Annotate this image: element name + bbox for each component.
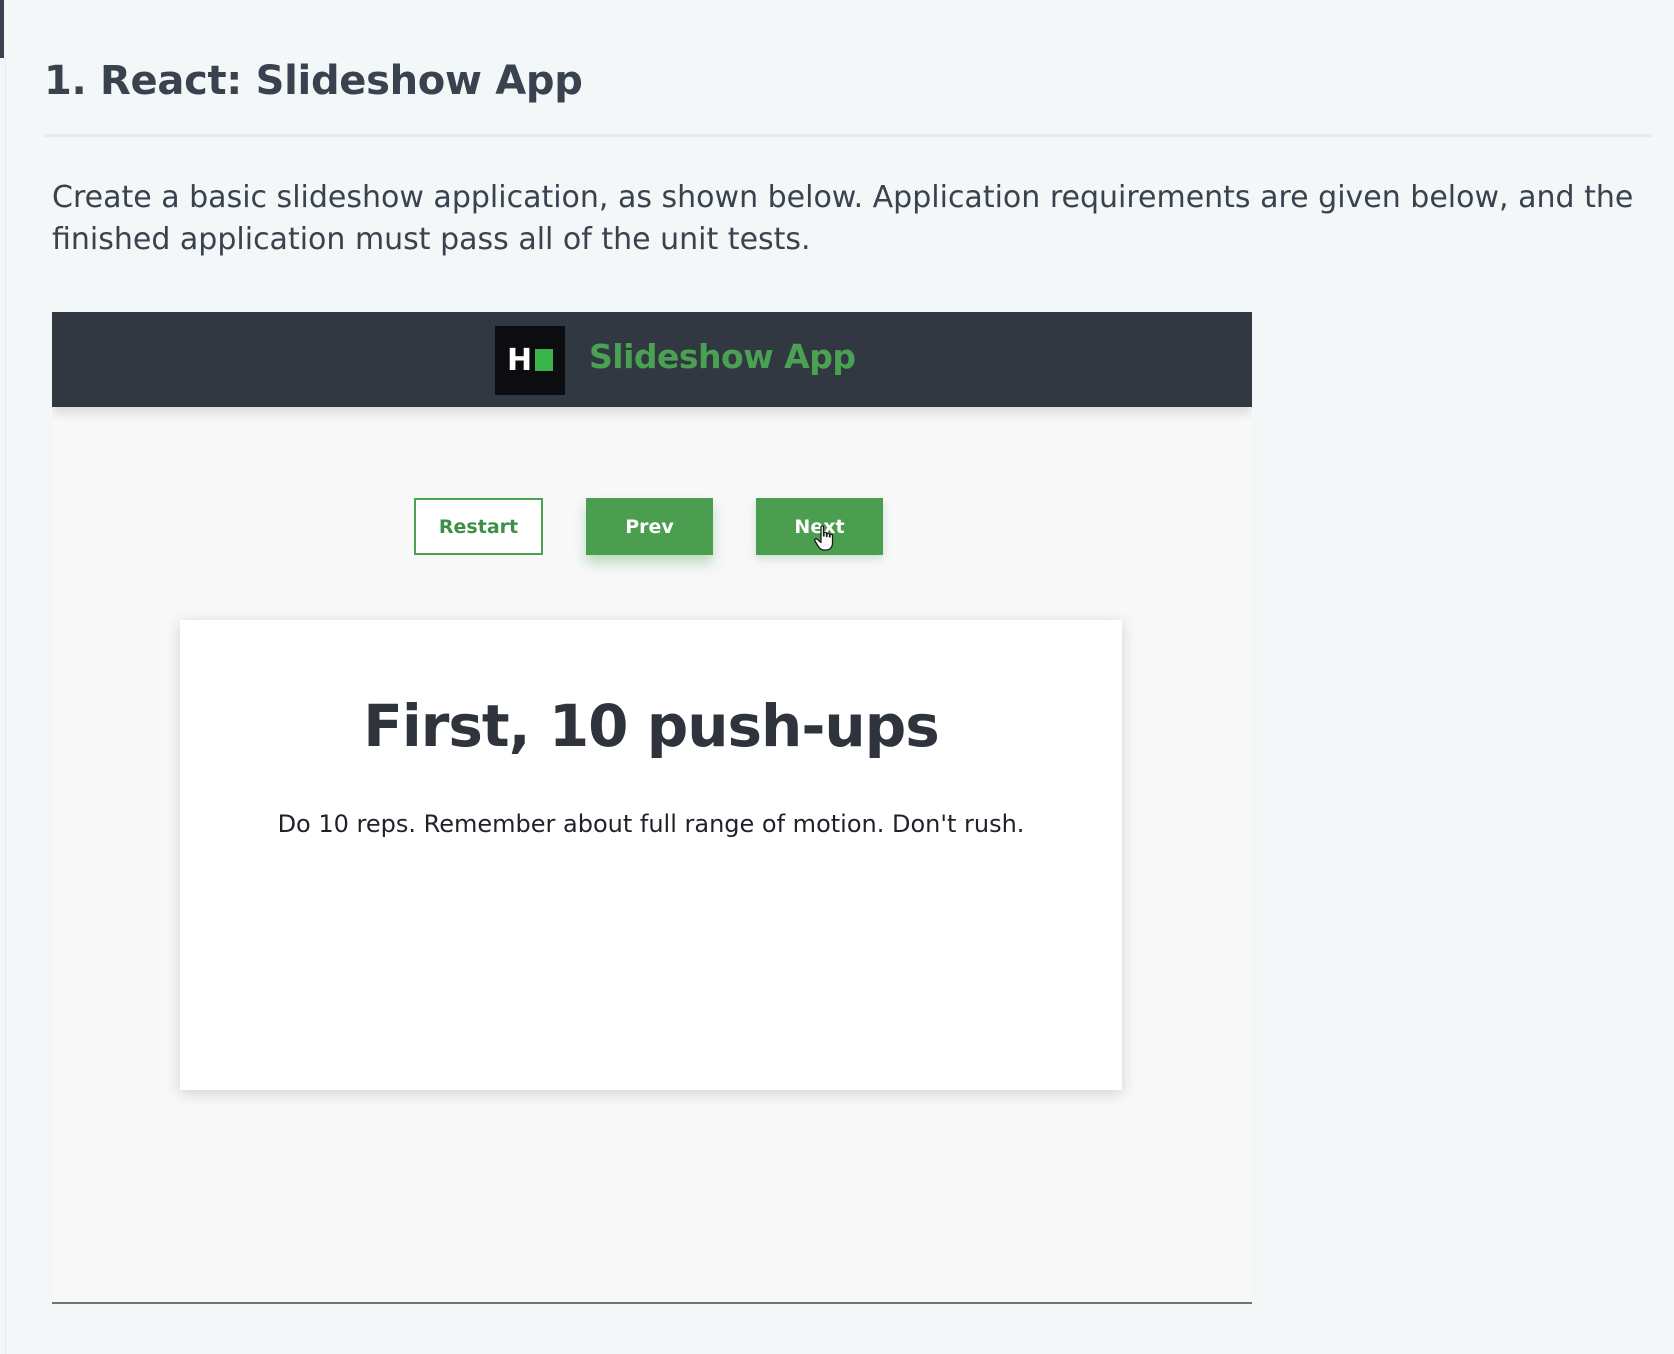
slide-title: First, 10 push-ups	[363, 692, 940, 760]
restart-button[interactable]: Restart	[414, 498, 543, 555]
slide-text: Do 10 reps. Remember about full range of…	[277, 810, 1025, 838]
title-divider	[44, 134, 1652, 137]
left-edge-marker	[0, 0, 4, 58]
logo-letter: H	[506, 342, 533, 378]
app-header: H Slideshow App	[52, 312, 1252, 407]
left-edge-divider	[5, 58, 6, 1354]
slide-card: First, 10 push-ups Do 10 reps. Remember …	[180, 620, 1122, 1090]
app-title: Slideshow App	[589, 337, 856, 376]
app-preview-image: H Slideshow App Restart Prev Next First,…	[52, 312, 1252, 1304]
page-title: 1. React: Slideshow App	[44, 58, 583, 104]
logo-square	[535, 348, 554, 371]
problem-description: Create a basic slideshow application, as…	[52, 180, 1634, 257]
prev-button[interactable]: Prev	[586, 498, 713, 555]
hackerrank-logo-icon: H	[495, 326, 565, 395]
hand-pointer-cursor-icon	[814, 525, 834, 551]
